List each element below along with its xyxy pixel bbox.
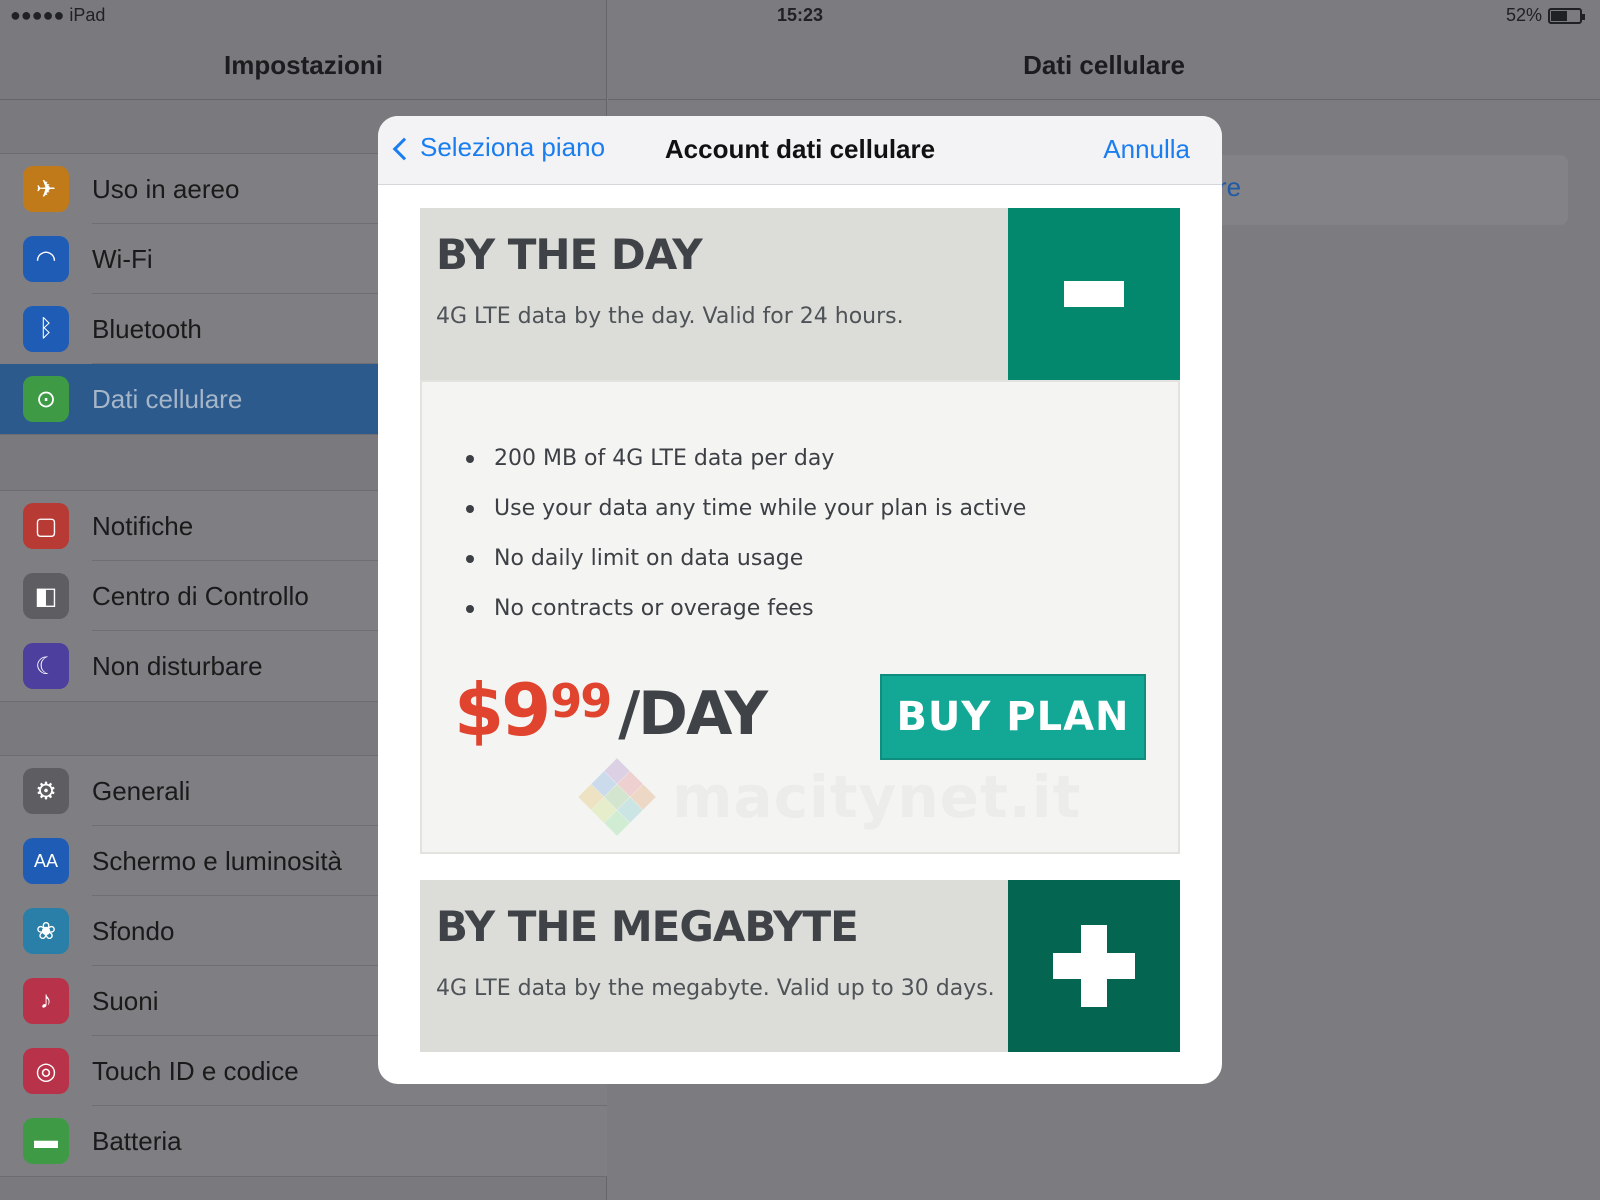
plan-name: BY THE DAY <box>436 230 703 279</box>
airplane-icon: ✈ <box>23 166 69 212</box>
moon-icon: ☾ <box>23 643 69 689</box>
sidebar-item-label: Generali <box>92 775 191 806</box>
plan-header-by-the-day[interactable]: BY THE DAY 4G LTE data by the day. Valid… <box>420 208 1180 380</box>
list-item: 200 MB of 4G LTE data per day <box>466 446 1026 471</box>
list-item: No daily limit on data usage <box>466 546 1026 571</box>
feature-text: No contracts or overage fees <box>494 596 814 621</box>
price-dollars: $9 <box>454 668 551 752</box>
plan-name: BY THE MEGABYTE <box>436 902 859 951</box>
collapse-toggle-button[interactable] <box>1008 208 1180 380</box>
wifi-icon: ◠ <box>23 236 69 282</box>
price-unit: /DAY <box>618 679 768 749</box>
notifications-icon: ▢ <box>23 503 69 549</box>
display-icon: AA <box>23 838 69 884</box>
sidebar-item-label: Sfondo <box>92 915 175 946</box>
cellular-icon: ⊙ <box>23 376 69 422</box>
sidebar-nav-bar: Impostazioni <box>0 30 607 100</box>
plus-icon <box>1053 925 1135 1007</box>
sidebar-item-label: Schermo e luminosità <box>92 845 342 876</box>
expand-toggle-button[interactable] <box>1008 880 1180 1052</box>
modal-nav-bar: Seleziona piano Account dati cellulare A… <box>378 116 1222 185</box>
bluetooth-icon: ᛒ <box>23 306 69 352</box>
plan-description: 4G LTE data by the day. Valid for 24 hou… <box>436 304 904 329</box>
sidebar-title: Impostazioni <box>224 50 383 80</box>
battery-indicator-icon <box>1548 7 1585 24</box>
sidebar-item-label: Batteria <box>92 1125 182 1156</box>
clock: 15:23 <box>776 5 824 25</box>
battery-status: 52% <box>1505 5 1585 26</box>
sidebar-item-label: Dati cellulare <box>92 383 243 414</box>
watermark-text: macitynet.it <box>672 763 1082 831</box>
bullet-icon <box>466 454 474 463</box>
detail-title: Dati cellulare <box>1023 50 1185 80</box>
feature-list: 200 MB of 4G LTE data per day Use your d… <box>466 446 1026 646</box>
feature-text: 200 MB of 4G LTE data per day <box>494 446 835 471</box>
sidebar-item-label: Centro di Controllo <box>92 580 309 611</box>
bullet-icon <box>466 604 474 613</box>
plan-header-by-the-megabyte[interactable]: BY THE MEGABYTE 4G LTE data by the megab… <box>420 880 1180 1052</box>
sidebar-item-label: Non disturbare <box>92 650 263 681</box>
modal-title: Account dati cellulare <box>664 134 936 164</box>
list-item: No contracts or overage fees <box>466 596 1026 621</box>
sidebar-item-label: Uso in aereo <box>92 173 240 204</box>
gear-icon: ⚙ <box>23 768 69 814</box>
wallpaper-icon: ❀ <box>23 908 69 954</box>
fingerprint-icon: ◎ <box>23 1048 69 1094</box>
plan-description: 4G LTE data by the megabyte. Valid up to… <box>436 976 995 1001</box>
sidebar-item-label: Wi-Fi <box>92 243 153 274</box>
watermark-logo-icon <box>578 758 656 836</box>
cancel-button[interactable]: Annulla <box>1103 134 1190 165</box>
sidebar-item-label: Suoni <box>92 985 159 1016</box>
battery-icon: ▬ <box>23 1118 69 1164</box>
sidebar-item-label: Touch ID e codice <box>92 1055 299 1086</box>
list-item: Use your data any time while your plan i… <box>466 496 1026 521</box>
battery-percent: 52% <box>1505 5 1542 25</box>
feature-text: Use your data any time while your plan i… <box>494 496 1027 521</box>
bullet-icon <box>466 554 474 563</box>
sidebar-item-battery[interactable]: ▬ Batteria <box>0 1106 607 1176</box>
status-bar: ●●●●● iPad 15:23 52% <box>0 0 1600 30</box>
speaker-icon: ♪ <box>23 978 69 1024</box>
watermark: macitynet.it <box>578 758 1082 836</box>
price-cents: 99 <box>550 674 612 728</box>
detail-nav-bar: Dati cellulare <box>608 30 1600 100</box>
bullet-icon <box>466 504 474 513</box>
buy-plan-button[interactable]: BUY PLAN <box>880 674 1146 760</box>
plan-details-by-the-day: 200 MB of 4G LTE data per day Use your d… <box>420 380 1180 854</box>
price-label: $9 99 /DAY <box>454 668 768 752</box>
sidebar-item-label: Bluetooth <box>92 313 202 344</box>
sidebar-item-label: Notifiche <box>92 510 194 541</box>
control-center-icon: ◧ <box>23 573 69 619</box>
minus-icon <box>1064 281 1124 307</box>
cellular-account-modal: Seleziona piano Account dati cellulare A… <box>378 116 1222 1084</box>
feature-text: No daily limit on data usage <box>494 546 804 571</box>
